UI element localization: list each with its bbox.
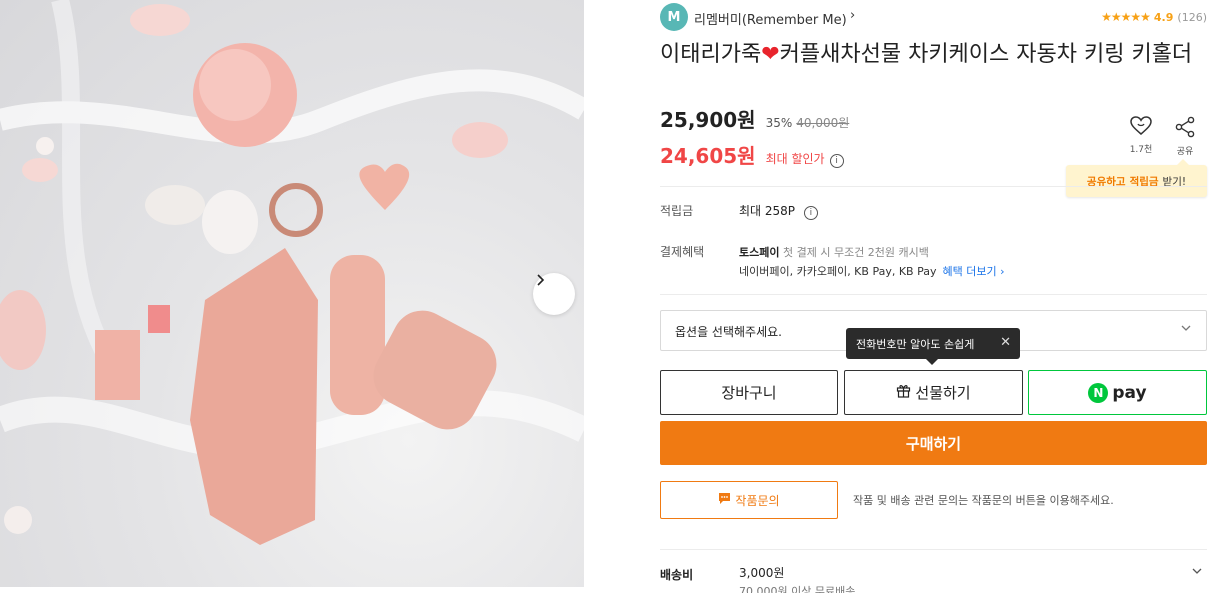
share-label: 공유 [1176,147,1194,157]
heart-emoji-icon: ❤ [761,42,780,67]
star-icons: ★★★★★ [1101,10,1151,24]
gift-icon [896,383,911,402]
shop-logo[interactable]: M [660,3,688,31]
buy-button[interactable]: 구매하기 [660,421,1207,465]
shipping-label: 배송비 [660,568,694,582]
shop-name-link[interactable]: 리멤버미(Remember Me) [694,9,847,28]
benefit-payments: 네이버페이, 카카오페이, KB Pay, KB Pay 혜택 더보기 › [739,265,1005,278]
like-button[interactable]: 1.7천 [1126,116,1156,155]
price-row: 25,900원 35% 40,000원 [660,104,849,132]
product-info-panel: M 리멤버미(Remember Me) › ★★★★★ 4.9 (126) 이태… [660,0,1207,593]
review-count: (126) [1177,10,1207,24]
free-shipping-note: 70,000원 이상 무료배송 [739,585,856,593]
sale-price-row: 24,605원 최대 할인가 i [660,140,844,168]
chat-icon [718,492,731,508]
share-icon [1174,116,1196,142]
price: 25,900원 [660,108,756,132]
sale-label: 최대 할인가 [765,152,825,166]
next-image-button[interactable] [533,273,575,315]
product-title: 이태리가죽❤커플새차선물 차키케이스 자동차 키링 키홀더 [660,42,1193,67]
chevron-down-icon [1180,322,1192,337]
gift-button[interactable]: 선물하기 [844,370,1023,415]
close-icon[interactable]: ✕ [1000,335,1011,350]
divider [660,549,1207,550]
gift-tooltip: 전화번호만 알아도 손쉽게 ✕ [846,328,1020,365]
inquiry-note: 작품 및 배송 관련 문의는 작품문의 버튼을 이용해주세요. [853,494,1114,507]
discount-rate: 35% [765,116,793,130]
chevron-down-icon[interactable] [1191,565,1203,580]
benefit-toss: 토스페이 첫 결제 시 무조건 2천원 캐시백 [739,246,929,259]
naver-pay-button[interactable]: N pay [1028,370,1207,415]
product-photo-illustration [0,0,584,545]
points-value: 최대 258P i [739,202,818,220]
cart-button[interactable]: 장바구니 [660,370,838,415]
info-icon[interactable]: i [829,154,844,168]
info-icon[interactable]: i [803,206,818,220]
like-count: 1.7천 [1129,145,1153,155]
rating-score: 4.9 [1153,10,1174,24]
shop-row: M 리멤버미(Remember Me) › ★★★★★ 4.9 (126) [660,3,1207,31]
product-image [0,0,584,587]
naver-pay-logo-icon: N [1088,382,1109,403]
points-label: 적립금 [660,204,694,218]
original-price: 40,000원 [796,116,850,130]
divider [660,186,1207,187]
benefits-more-link[interactable]: 혜택 더보기 › [942,265,1004,278]
chevron-right-icon: › [850,8,856,23]
rating[interactable]: ★★★★★ 4.9 (126) [1101,10,1207,24]
shipping-fee: 3,000원 [739,566,785,580]
share-reward-tooltip: 공유하고 적립금 받기! [1066,159,1207,197]
divider [660,294,1207,295]
share-button[interactable]: 공유 [1170,116,1200,157]
heart-outline-icon [1130,116,1152,140]
sale-price: 24,605원 [660,144,756,168]
inquiry-button[interactable]: 작품문의 [660,481,838,519]
benefits-label: 결제혜택 [660,245,705,259]
